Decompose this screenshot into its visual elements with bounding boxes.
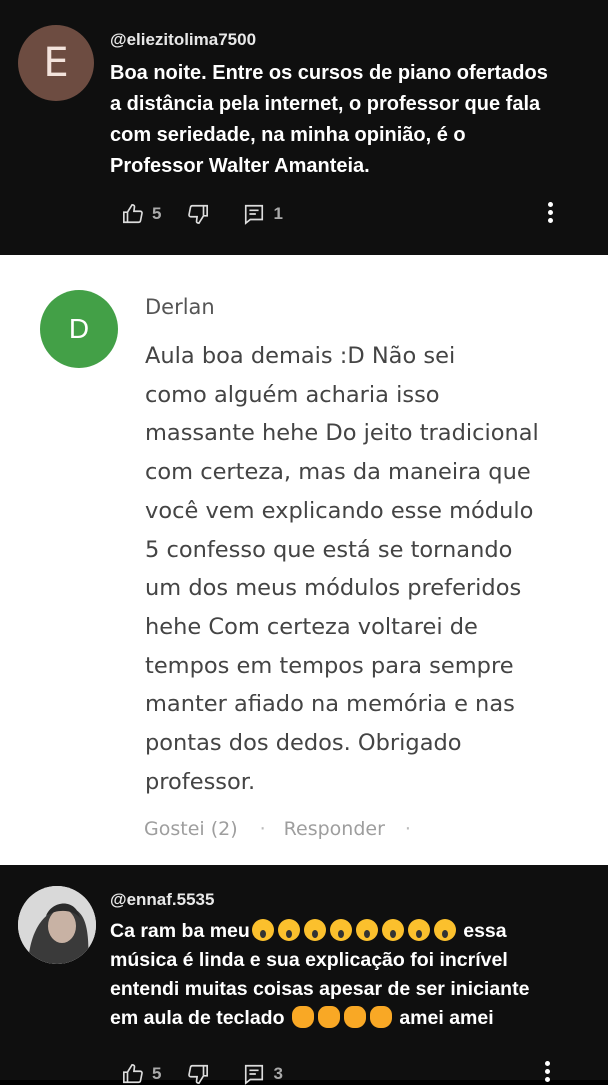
thumb-down-icon	[188, 1064, 209, 1084]
clap-emoji	[343, 1006, 366, 1028]
comment-author[interactable]: Derlan	[145, 295, 215, 319]
separator-dot: ·	[404, 818, 411, 840]
comment-author[interactable]: @ennaf.5535	[110, 890, 214, 910]
reply-link[interactable]: Responder	[284, 818, 385, 840]
comment-text: Boa noite. Entre os cursos de piano ofer…	[110, 62, 548, 177]
like-link[interactable]: Gostei (2)	[144, 818, 238, 840]
scream-emoji	[277, 919, 300, 941]
replies-button[interactable]: 3	[243, 1063, 283, 1085]
thumb-down-icon	[188, 204, 209, 224]
clap-emoji	[291, 1006, 314, 1028]
like-button[interactable]: 5	[122, 203, 161, 225]
comment-icon	[245, 1064, 264, 1085]
thumb-up-icon	[123, 1064, 143, 1084]
comment-text: Aula boa demais :D Não sei como alguém a…	[145, 343, 539, 795]
comment-icon	[245, 204, 264, 225]
comment-actions: 5 1	[122, 203, 309, 225]
comment-actions: 5 3	[122, 1063, 309, 1085]
scream-emoji	[303, 919, 326, 941]
replies-button[interactable]: 1	[243, 203, 283, 225]
like-button[interactable]: 5	[122, 1063, 161, 1085]
scream-emoji	[251, 919, 274, 941]
comment-actions: Gostei (2) · Responder ·	[144, 818, 429, 840]
avatar[interactable]: D	[40, 290, 118, 368]
avatar[interactable]	[18, 886, 96, 964]
dislike-button[interactable]	[187, 1063, 217, 1085]
scream-emoji	[407, 919, 430, 941]
comment-author[interactable]: @eliezitolima7500	[110, 30, 256, 50]
scream-emoji	[355, 919, 378, 941]
scream-emoji	[433, 919, 456, 941]
clap-emoji	[369, 1006, 392, 1028]
dislike-button[interactable]	[187, 203, 217, 225]
scream-emoji	[381, 919, 404, 941]
more-vert-icon[interactable]	[545, 1058, 551, 1085]
scream-emoji	[329, 919, 352, 941]
clap-emoji	[317, 1006, 340, 1028]
thumb-up-icon	[123, 204, 143, 224]
avatar[interactable]: E	[18, 25, 94, 101]
comment-text: Ca ram ba meu essa música é linda e sua …	[110, 919, 530, 1029]
separator-dot: ·	[259, 818, 266, 840]
avatar-photo	[18, 886, 96, 964]
more-vert-icon[interactable]	[548, 199, 554, 226]
comment-card-eliezito: E @eliezitolima7500 Boa noite. Entre os …	[0, 0, 608, 255]
